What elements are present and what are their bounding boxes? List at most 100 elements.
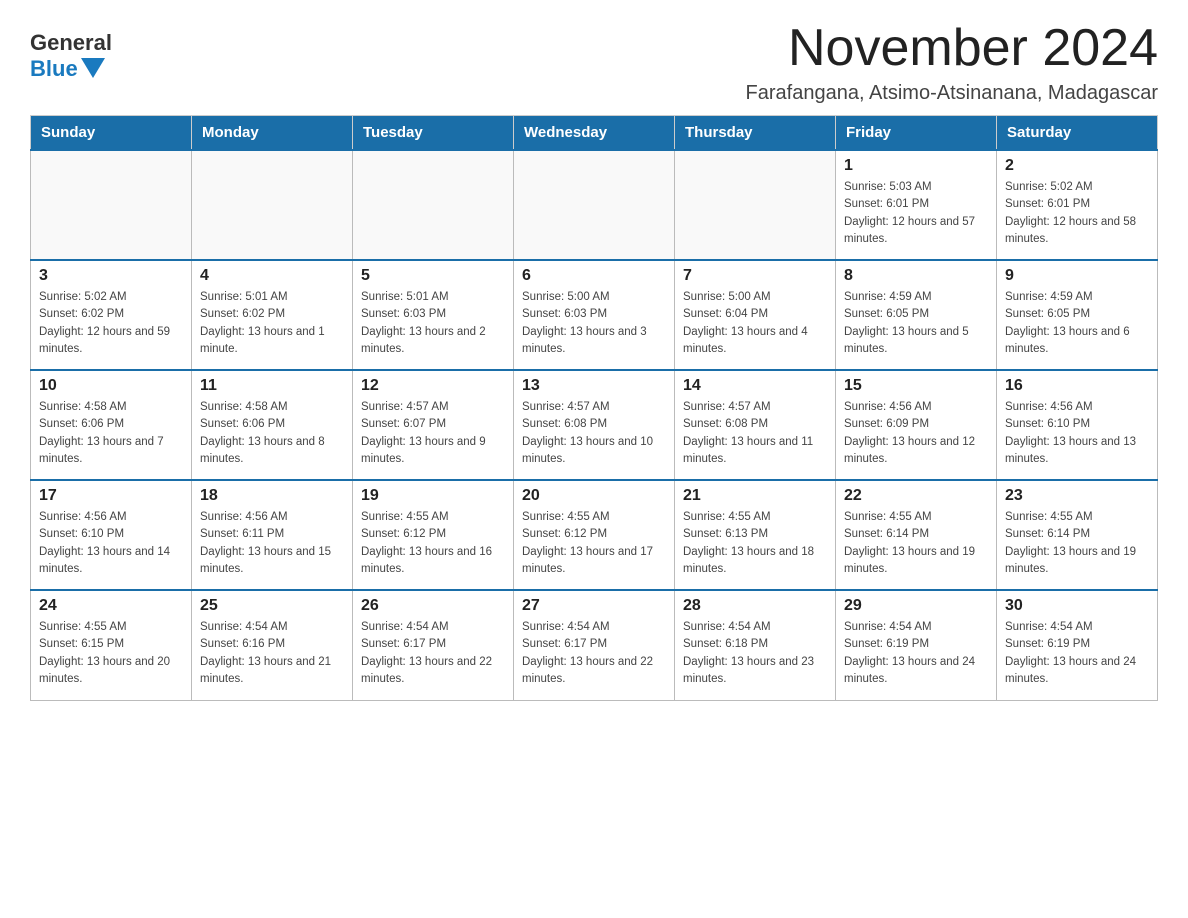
calendar-cell: 2 Sunrise: 5:02 AMSunset: 6:01 PMDaylight… <box>997 150 1158 260</box>
location-title: Farafangana, Atsimo-Atsinanana, Madagasc… <box>746 82 1158 105</box>
day-info: Sunrise: 4:55 AMSunset: 6:12 PMDaylight:… <box>522 509 666 578</box>
calendar-cell <box>675 150 836 260</box>
calendar-cell: 1 Sunrise: 5:03 AMSunset: 6:01 PMDaylight… <box>836 150 997 260</box>
day-number: 18 <box>200 487 344 505</box>
week-row-4: 17Sunrise: 4:56 AMSunset: 6:10 PMDayligh… <box>31 480 1158 590</box>
weekday-header-saturday: Saturday <box>997 116 1158 151</box>
calendar-cell: 17Sunrise: 4:56 AMSunset: 6:10 PMDayligh… <box>31 480 192 590</box>
day-number: 20 <box>522 487 666 505</box>
day-info: Sunrise: 5:01 AMSunset: 6:03 PMDaylight:… <box>361 289 505 358</box>
week-row-1: 1 Sunrise: 5:03 AMSunset: 6:01 PMDaylight… <box>31 150 1158 260</box>
month-title: November 2024 <box>746 20 1158 77</box>
calendar-cell: 22Sunrise: 4:55 AMSunset: 6:14 PMDayligh… <box>836 480 997 590</box>
week-row-5: 24 Sunrise: 4:55 AMSunset: 6:15 PMDayligh… <box>31 590 1158 700</box>
day-number: 11 <box>200 377 344 395</box>
day-info: Sunrise: 4:57 AMSunset: 6:08 PMDaylight:… <box>522 399 666 468</box>
calendar-cell: 15Sunrise: 4:56 AMSunset: 6:09 PMDayligh… <box>836 370 997 480</box>
day-info: Sunrise: 5:02 AMSunset: 6:01 PMDaylight:… <box>1005 179 1149 248</box>
calendar-cell: 6 Sunrise: 5:00 AMSunset: 6:03 PMDaylight… <box>514 260 675 370</box>
day-number: 16 <box>1005 377 1149 395</box>
calendar-cell: 10 Sunrise: 4:58 AMSunset: 6:06 PMDayligh… <box>31 370 192 480</box>
day-number: 28 <box>683 597 827 615</box>
logo-blue-text: Blue <box>30 56 105 82</box>
calendar-cell: 21 Sunrise: 4:55 AMSunset: 6:13 PMDayligh… <box>675 480 836 590</box>
day-info: Sunrise: 4:56 AMSunset: 6:10 PMDaylight:… <box>1005 399 1149 468</box>
day-info: Sunrise: 4:57 AMSunset: 6:08 PMDaylight:… <box>683 399 827 468</box>
day-info: Sunrise: 4:55 AMSunset: 6:13 PMDaylight:… <box>683 509 827 578</box>
calendar-cell <box>353 150 514 260</box>
calendar-cell: 30 Sunrise: 4:54 AMSunset: 6:19 PMDayligh… <box>997 590 1158 700</box>
day-info: Sunrise: 4:55 AMSunset: 6:15 PMDaylight:… <box>39 619 183 688</box>
calendar-cell <box>514 150 675 260</box>
day-info: Sunrise: 4:56 AMSunset: 6:10 PMDaylight:… <box>39 509 183 578</box>
weekday-header-tuesday: Tuesday <box>353 116 514 151</box>
calendar-cell: 23 Sunrise: 4:55 AMSunset: 6:14 PMDayligh… <box>997 480 1158 590</box>
day-info: Sunrise: 4:54 AMSunset: 6:18 PMDaylight:… <box>683 619 827 688</box>
day-number: 26 <box>361 597 505 615</box>
day-number: 1 <box>844 157 988 175</box>
weekday-header-thursday: Thursday <box>675 116 836 151</box>
calendar-cell: 11 Sunrise: 4:58 AMSunset: 6:06 PMDayligh… <box>192 370 353 480</box>
day-number: 25 <box>200 597 344 615</box>
day-number: 27 <box>522 597 666 615</box>
day-info: Sunrise: 4:59 AMSunset: 6:05 PMDaylight:… <box>1005 289 1149 358</box>
day-number: 12 <box>361 377 505 395</box>
day-info: Sunrise: 4:54 AMSunset: 6:17 PMDaylight:… <box>361 619 505 688</box>
day-number: 10 <box>39 377 183 395</box>
calendar-cell: 18 Sunrise: 4:56 AMSunset: 6:11 PMDayligh… <box>192 480 353 590</box>
calendar-table: SundayMondayTuesdayWednesdayThursdayFrid… <box>30 115 1158 701</box>
day-number: 29 <box>844 597 988 615</box>
calendar-cell: 16 Sunrise: 4:56 AMSunset: 6:10 PMDayligh… <box>997 370 1158 480</box>
calendar-cell: 7 Sunrise: 5:00 AMSunset: 6:04 PMDaylight… <box>675 260 836 370</box>
day-info: Sunrise: 4:54 AMSunset: 6:19 PMDaylight:… <box>844 619 988 688</box>
day-info: Sunrise: 4:57 AMSunset: 6:07 PMDaylight:… <box>361 399 505 468</box>
day-number: 6 <box>522 267 666 285</box>
calendar-cell: 13 Sunrise: 4:57 AMSunset: 6:08 PMDayligh… <box>514 370 675 480</box>
calendar-cell <box>192 150 353 260</box>
day-number: 13 <box>522 377 666 395</box>
logo: General Blue <box>30 20 112 82</box>
day-number: 2 <box>1005 157 1149 175</box>
calendar-header-row: SundayMondayTuesdayWednesdayThursdayFrid… <box>31 116 1158 151</box>
day-info: Sunrise: 4:58 AMSunset: 6:06 PMDaylight:… <box>200 399 344 468</box>
day-number: 9 <box>1005 267 1149 285</box>
day-info: Sunrise: 5:02 AMSunset: 6:02 PMDaylight:… <box>39 289 183 358</box>
day-number: 23 <box>1005 487 1149 505</box>
day-info: Sunrise: 4:55 AMSunset: 6:14 PMDaylight:… <box>844 509 988 578</box>
day-info: Sunrise: 4:56 AMSunset: 6:11 PMDaylight:… <box>200 509 344 578</box>
week-row-3: 10 Sunrise: 4:58 AMSunset: 6:06 PMDayligh… <box>31 370 1158 480</box>
logo-triangle-icon <box>81 58 105 78</box>
day-number: 19 <box>361 487 505 505</box>
calendar-cell: 8Sunrise: 4:59 AMSunset: 6:05 PMDaylight… <box>836 260 997 370</box>
day-info: Sunrise: 5:00 AMSunset: 6:03 PMDaylight:… <box>522 289 666 358</box>
day-number: 14 <box>683 377 827 395</box>
calendar-cell: 25 Sunrise: 4:54 AMSunset: 6:16 PMDayligh… <box>192 590 353 700</box>
day-info: Sunrise: 4:58 AMSunset: 6:06 PMDaylight:… <box>39 399 183 468</box>
calendar-cell: 27Sunrise: 4:54 AMSunset: 6:17 PMDayligh… <box>514 590 675 700</box>
week-row-2: 3Sunrise: 5:02 AMSunset: 6:02 PMDaylight… <box>31 260 1158 370</box>
calendar-cell: 12 Sunrise: 4:57 AMSunset: 6:07 PMDayligh… <box>353 370 514 480</box>
weekday-header-monday: Monday <box>192 116 353 151</box>
calendar-cell: 29 Sunrise: 4:54 AMSunset: 6:19 PMDayligh… <box>836 590 997 700</box>
calendar-cell <box>31 150 192 260</box>
calendar-cell: 14 Sunrise: 4:57 AMSunset: 6:08 PMDayligh… <box>675 370 836 480</box>
day-info: Sunrise: 4:55 AMSunset: 6:12 PMDaylight:… <box>361 509 505 578</box>
day-number: 30 <box>1005 597 1149 615</box>
day-info: Sunrise: 5:01 AMSunset: 6:02 PMDaylight:… <box>200 289 344 358</box>
day-info: Sunrise: 4:54 AMSunset: 6:16 PMDaylight:… <box>200 619 344 688</box>
day-number: 7 <box>683 267 827 285</box>
day-number: 24 <box>39 597 183 615</box>
calendar-cell: 28 Sunrise: 4:54 AMSunset: 6:18 PMDayligh… <box>675 590 836 700</box>
weekday-header-sunday: Sunday <box>31 116 192 151</box>
calendar-cell: 24 Sunrise: 4:55 AMSunset: 6:15 PMDayligh… <box>31 590 192 700</box>
day-number: 4 <box>200 267 344 285</box>
day-number: 21 <box>683 487 827 505</box>
day-info: Sunrise: 4:54 AMSunset: 6:19 PMDaylight:… <box>1005 619 1149 688</box>
calendar-cell: 20 Sunrise: 4:55 AMSunset: 6:12 PMDayligh… <box>514 480 675 590</box>
header: General Blue November 2024 Farafangana, … <box>30 20 1158 105</box>
day-number: 5 <box>361 267 505 285</box>
title-area: November 2024 Farafangana, Atsimo-Atsina… <box>746 20 1158 105</box>
day-info: Sunrise: 4:55 AMSunset: 6:14 PMDaylight:… <box>1005 509 1149 578</box>
day-info: Sunrise: 5:03 AMSunset: 6:01 PMDaylight:… <box>844 179 988 248</box>
day-info: Sunrise: 5:00 AMSunset: 6:04 PMDaylight:… <box>683 289 827 358</box>
